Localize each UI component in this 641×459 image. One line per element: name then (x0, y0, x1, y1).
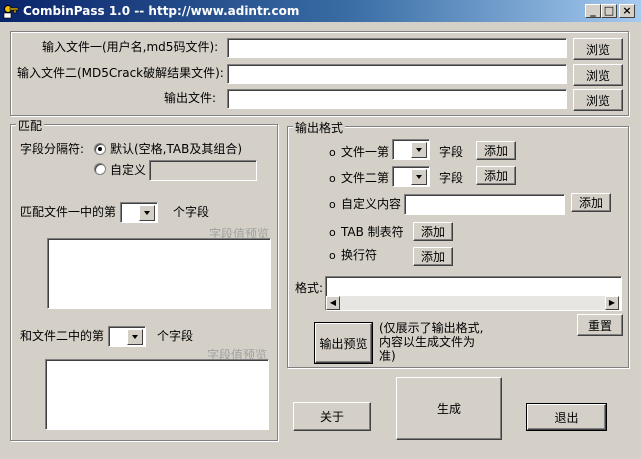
exit-button[interactable]: 退出 (526, 403, 607, 431)
chevron-down-icon[interactable] (127, 329, 143, 345)
add-file1-field-button[interactable]: 添加 (476, 141, 516, 160)
input-file1-field[interactable] (227, 38, 567, 58)
close-button[interactable]: × (619, 4, 635, 18)
separator-custom-input[interactable] (149, 160, 257, 181)
output-file-field[interactable] (227, 89, 567, 109)
add-tab-button[interactable]: 添加 (413, 222, 453, 241)
file1-field-suffix: 个字段 (173, 205, 210, 219)
separator-default-radio[interactable] (94, 143, 106, 155)
app-key-icon (3, 5, 19, 19)
title-bar: CombinPass 1.0 -- http://www.adintr.com … (0, 0, 641, 22)
bullet-icon: o (329, 249, 336, 262)
browse-input2-button[interactable]: 浏览 (573, 64, 623, 86)
add-file2-field-button[interactable]: 添加 (476, 166, 516, 185)
maximize-button[interactable]: □ (601, 4, 617, 18)
custom-content-input[interactable] (404, 194, 565, 215)
out-file2-combo[interactable] (392, 166, 430, 187)
scroll-right-icon[interactable]: ▶ (605, 296, 619, 310)
minimize-button[interactable]: _ (585, 4, 601, 18)
preview-note: (仅展示了输出格式, 内容以生成文件为 准) (379, 321, 484, 363)
bullet-icon: o (329, 226, 336, 239)
about-button[interactable]: 关于 (293, 402, 371, 431)
horizontal-scrollbar[interactable] (340, 296, 605, 310)
add-custom-content-button[interactable]: 添加 (571, 193, 611, 212)
tab-label: TAB 制表符 (341, 225, 404, 239)
output-file-label: 输出文件: (164, 91, 217, 105)
chevron-down-icon[interactable] (411, 142, 427, 158)
out-file2-label: 文件二第 (341, 171, 390, 185)
file1-field-prefix: 匹配文件一中的第 (20, 205, 117, 219)
browse-output-button[interactable]: 浏览 (573, 89, 623, 111)
file2-field-suffix: 个字段 (157, 329, 194, 343)
browse-input1-button[interactable]: 浏览 (573, 38, 623, 60)
output-format-title: 输出格式 (293, 119, 346, 136)
separator-label: 字段分隔符: (20, 142, 85, 156)
bullet-icon: o (329, 146, 336, 159)
file1-preview-box (47, 238, 271, 309)
input-file1-label: 输入文件一(用户名,md5码文件): (42, 40, 219, 54)
separator-custom-label[interactable]: 自定义 (110, 162, 146, 178)
chevron-down-icon[interactable] (411, 169, 427, 185)
out-file1-label: 文件一第 (341, 145, 390, 159)
custom-content-label: 自定义内容 (341, 197, 402, 211)
file1-field-combo[interactable] (120, 202, 158, 223)
format-label: 格式: (295, 281, 324, 295)
output-preview-button[interactable]: 输出预览 (314, 322, 373, 364)
reset-button[interactable]: 重置 (577, 314, 623, 336)
newline-label: 换行符 (341, 248, 378, 262)
file2-preview-box (45, 359, 269, 430)
match-group-title: 匹配 (16, 117, 45, 134)
generate-button[interactable]: 生成 (396, 377, 502, 440)
out-file1-combo[interactable] (392, 139, 430, 160)
bullet-icon: o (329, 172, 336, 185)
separator-custom-radio[interactable] (94, 163, 106, 175)
input-file2-field[interactable] (227, 64, 567, 84)
format-text-box[interactable]: ◀ ▶ (325, 276, 622, 311)
file2-field-prefix: 和文件二中的第 (20, 329, 105, 343)
input-file2-label: 输入文件二(MD5Crack破解结果文件): (17, 66, 224, 80)
bullet-icon: o (329, 198, 336, 211)
file2-field-combo[interactable] (108, 326, 146, 347)
out-file1-unit: 字段 (439, 145, 464, 159)
scroll-left-icon[interactable]: ◀ (326, 296, 340, 310)
out-file2-unit: 字段 (439, 171, 464, 185)
add-newline-button[interactable]: 添加 (413, 247, 453, 266)
window-title: CombinPass 1.0 -- http://www.adintr.com (23, 4, 300, 18)
chevron-down-icon[interactable] (139, 205, 155, 221)
separator-default-label[interactable]: 默认(空格,TAB及其组合) (110, 141, 242, 157)
